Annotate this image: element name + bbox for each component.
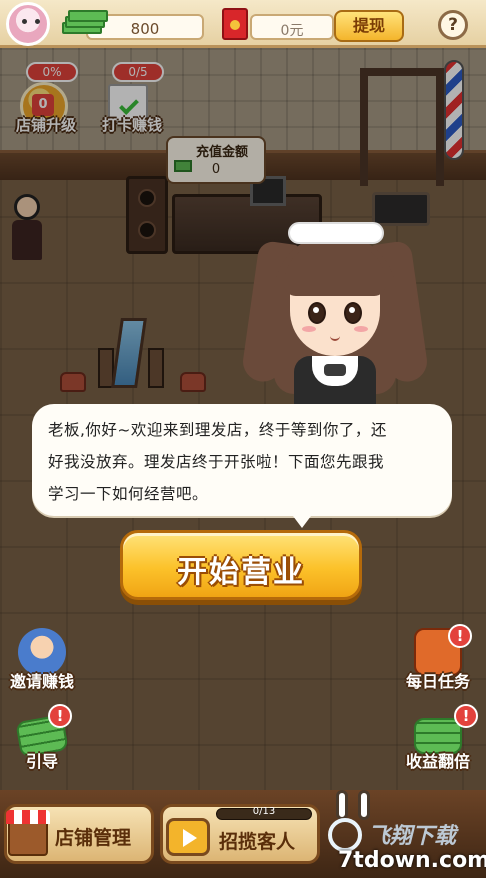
- start-business-button[interactable]: 开始营业: [120, 530, 362, 600]
- daily-tasks-label: 每日任务: [405, 672, 470, 691]
- player-avatar[interactable]: [6, 2, 50, 46]
- recruit-progress-text: 0/13: [252, 806, 276, 817]
- maid-guide-character: [240, 212, 430, 412]
- invite-earn-button[interactable]: 邀请赚钱: [0, 624, 84, 702]
- start-business-label: 开始营业: [177, 555, 305, 590]
- watermark-logo-icon: [328, 818, 362, 852]
- yuan-value: 0元: [280, 23, 304, 39]
- double-income-button[interactable]: ! 收益翻倍: [396, 704, 480, 782]
- play-video-icon: [166, 818, 210, 856]
- top-bar: 800 0元 提现 ?: [0, 0, 486, 48]
- tutorial-dialog: 老板,你好~欢迎来到理发店，终于等到你了，还 好我没放弃。理发店终于开张啦！下面…: [32, 404, 452, 516]
- money-stack-icon: [62, 8, 108, 38]
- double-income-alert-badge: !: [454, 704, 478, 728]
- red-envelope-icon: [222, 8, 248, 40]
- watermark-bottom-text: 7tdown.com: [338, 848, 486, 873]
- daily-tasks-button[interactable]: ! 每日任务: [396, 624, 480, 702]
- storefront-icon: [6, 810, 50, 856]
- watermark: 飞翔下载 7tdown.com: [322, 808, 486, 878]
- dialog-line-1: 老板,你好~欢迎来到理发店，终于等到你了，还: [48, 421, 387, 439]
- watermark-top-text: 飞翔下载: [368, 824, 457, 849]
- shop-manage-label: 店铺管理: [55, 827, 132, 849]
- dialog-line-2: 好我没放弃。理发店终于开张啦！下面您先跟我: [48, 453, 385, 471]
- dialog-line-3: 学习一下如何经营吧。: [48, 485, 209, 503]
- guide-alert-badge: !: [48, 704, 72, 728]
- recruit-customers-label: 招揽客人: [219, 831, 296, 853]
- invite-earn-label: 邀请赚钱: [9, 672, 74, 691]
- yuan-display: 0元: [250, 14, 334, 40]
- withdraw-button[interactable]: 提现: [334, 10, 404, 42]
- daily-tasks-alert-badge: !: [448, 624, 472, 648]
- help-button[interactable]: ?: [438, 10, 468, 40]
- dialog-tail: [290, 512, 314, 528]
- guide-label: 引导: [25, 752, 58, 771]
- double-income-label: 收益翻倍: [405, 752, 470, 771]
- guide-button[interactable]: ! 引导: [0, 704, 84, 782]
